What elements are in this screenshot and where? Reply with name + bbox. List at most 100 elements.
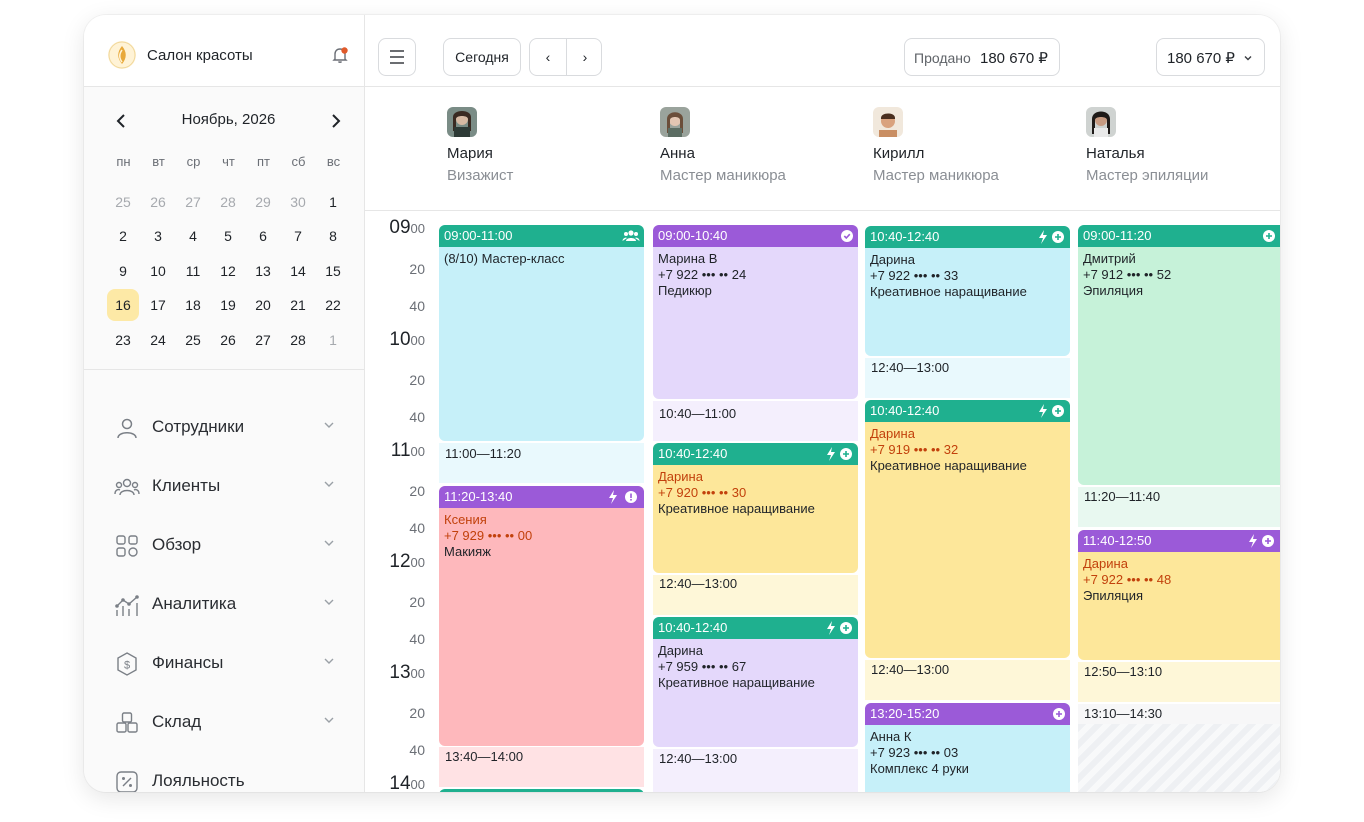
calendar-day[interactable]: 27: [247, 324, 279, 356]
bell-icon[interactable]: [331, 46, 349, 64]
calendar-day[interactable]: 21: [282, 289, 314, 321]
mini-calendar: Ноябрь, 2026 пн вт ср чт пт сб вс 25 26 27 28 29 30 1…: [84, 87, 364, 370]
staff-column-kirill: 10:40-12:40 Дарина +7 922 ••• •• 33 Креа…: [865, 211, 1070, 792]
toolbar: Сегодня ‹ › Продано 180 670 ₽ 180 670 ₽: [365, 15, 1280, 87]
next-day-button[interactable]: ›: [567, 39, 603, 75]
free-slot[interactable]: 12:50—13:10: [1078, 662, 1280, 702]
staff-role: Мастер маникюра: [873, 167, 999, 184]
appointment-header: 09:00-10:40: [653, 225, 858, 247]
add-icon: [1262, 225, 1276, 247]
sidebar-item-label: Финансы: [152, 653, 224, 672]
total-dropdown[interactable]: 180 670 ₽: [1156, 38, 1265, 76]
hour-label: 1400: [365, 773, 425, 792]
hour-label: 1100: [365, 440, 425, 462]
appointment-card[interactable]: 09:00-10:40 Марина В +7 922 ••• •• 24 Пе…: [653, 225, 858, 399]
minute-label: 40: [409, 298, 425, 314]
sidebar-item-4[interactable]: $ Финансы: [84, 643, 364, 683]
appointment-body: Ксения +7 929 ••• •• 00 Макияж: [439, 508, 644, 564]
users-icon: [114, 474, 140, 500]
free-slot[interactable]: 13:10—14:30: [1078, 704, 1280, 724]
appointment-card[interactable]: 10:40-12:40 Дарина +7 919 ••• •• 32 Креа…: [865, 400, 1070, 658]
chevron-down-icon: [322, 536, 336, 550]
calendar-day[interactable]: 28: [212, 186, 244, 218]
calendar-day[interactable]: 13: [247, 255, 279, 287]
calendar-day[interactable]: 7: [282, 220, 314, 252]
service-name: Комплекс 4 руки: [870, 761, 969, 776]
calendar-day[interactable]: 4: [177, 220, 209, 252]
chevron-down-icon: [1243, 53, 1253, 63]
client-phone: +7 919 ••• •• 32: [870, 442, 959, 457]
calendar-day[interactable]: 23: [107, 324, 139, 356]
appointment-time: 10:40-12:40: [658, 446, 728, 461]
salon-logo-icon[interactable]: [108, 41, 136, 69]
calendar-day[interactable]: 24: [142, 324, 174, 356]
appointment-card[interactable]: 11:40-12:50 Дарина +7 922 ••• •• 48 Эпил…: [1078, 530, 1280, 660]
calendar-day-today[interactable]: 16: [107, 289, 139, 322]
calendar-day[interactable]: 25: [177, 324, 209, 356]
appointment-time: 10:40-12:40: [658, 620, 728, 635]
calendar-day[interactable]: 11: [177, 255, 209, 287]
appointment-card[interactable]: 10:40-12:40 Дарина +7 959 ••• •• 67 Креа…: [653, 617, 858, 747]
appointment-card[interactable]: 10:40-12:40 Дарина +7 922 ••• •• 33 Креа…: [865, 226, 1070, 356]
free-slot[interactable]: 13:40—14:00: [439, 747, 644, 787]
free-slot[interactable]: 12:40—13:00: [653, 575, 858, 615]
appointment-card[interactable]: 09:00-11:20 Дмитрий +7 912 ••• •• 52 Эпи…: [1078, 225, 1280, 485]
free-slot[interactable]: 12:40—13:00: [865, 358, 1070, 398]
service-name: Эпиляция: [1083, 283, 1144, 298]
sidebar-item-0[interactable]: Сотрудники: [84, 407, 364, 447]
calendar-day[interactable]: 17: [142, 289, 174, 321]
calendar-day[interactable]: 26: [142, 186, 174, 218]
free-slot[interactable]: 11:00—11:20: [439, 443, 644, 483]
weekday-label: сб: [291, 154, 306, 169]
sidebar-item-1[interactable]: Клиенты: [84, 466, 364, 506]
grid-icon: [114, 533, 140, 559]
today-button[interactable]: Сегодня: [443, 38, 521, 76]
calendar-day[interactable]: 27: [177, 186, 209, 218]
free-slot[interactable]: 11:20—11:40: [1078, 487, 1280, 527]
calendar-day[interactable]: 2: [107, 220, 139, 252]
sidebar-item-2[interactable]: Обзор: [84, 525, 364, 565]
calendar-day[interactable]: 15: [317, 255, 349, 287]
calendar-day[interactable]: 25: [107, 186, 139, 218]
calendar-day[interactable]: 20: [247, 289, 279, 321]
calendar-day[interactable]: 19: [212, 289, 244, 321]
client-name: Анна К: [870, 729, 912, 744]
appointment-card[interactable]: 11:20-13:40 Ксения +7 929 ••• •• 00 Маки…: [439, 486, 644, 746]
appointment-card[interactable]: 09:00-11:00 (8/10) Мастер-класс: [439, 225, 644, 441]
free-slot[interactable]: 12:40—13:00: [865, 660, 1070, 700]
calendar-day[interactable]: 3: [142, 220, 174, 252]
salon-name: Салон красоты: [147, 47, 253, 64]
sidebar-item-5[interactable]: Склад: [84, 702, 364, 742]
client-phone: +7 922 ••• •• 48: [1083, 572, 1172, 587]
calendar-day[interactable]: 1: [317, 186, 349, 218]
calendar-day[interactable]: 6: [247, 220, 279, 252]
calendar-day[interactable]: 1: [317, 324, 349, 356]
user-icon: [114, 415, 140, 441]
calendar-day[interactable]: 18: [177, 289, 209, 321]
sidebar-item-3[interactable]: Аналитика: [84, 584, 364, 624]
calendar-day[interactable]: 28: [282, 324, 314, 356]
sidebar-item-label: Склад: [152, 712, 202, 731]
calendar-day[interactable]: 29: [247, 186, 279, 218]
calendar-day[interactable]: 30: [282, 186, 314, 218]
prev-day-button[interactable]: ‹: [530, 39, 566, 75]
calendar-day[interactable]: 9: [107, 255, 139, 287]
sidebar-item-6[interactable]: Лояльность: [84, 761, 364, 792]
calendar-day[interactable]: 22: [317, 289, 349, 321]
calendar-day[interactable]: 26: [212, 324, 244, 356]
check-icon: [840, 225, 854, 247]
calendar-day[interactable]: 5: [212, 220, 244, 252]
menu-button[interactable]: [378, 38, 416, 76]
calendar-day[interactable]: 14: [282, 255, 314, 287]
free-slot[interactable]: 10:40—11:00: [653, 401, 858, 441]
calendar-next-month-button[interactable]: [325, 111, 345, 131]
sold-value: 180 670 ₽: [980, 50, 1048, 67]
avatar: [660, 107, 690, 137]
calendar-day[interactable]: 10: [142, 255, 174, 287]
appointment-card[interactable]: 10:40-12:40 Дарина +7 920 ••• •• 30 Креа…: [653, 443, 858, 573]
calendar-day[interactable]: 8: [317, 220, 349, 252]
calendar-day[interactable]: 12: [212, 255, 244, 287]
appointment-card[interactable]: 13:20-15:20 Анна К +7 923 ••• •• 03 Комп…: [865, 703, 1070, 792]
free-slot[interactable]: 12:40—13:00: [653, 749, 858, 792]
appointment-body: Дмитрий +7 912 ••• •• 52 Эпиляция: [1078, 247, 1280, 303]
